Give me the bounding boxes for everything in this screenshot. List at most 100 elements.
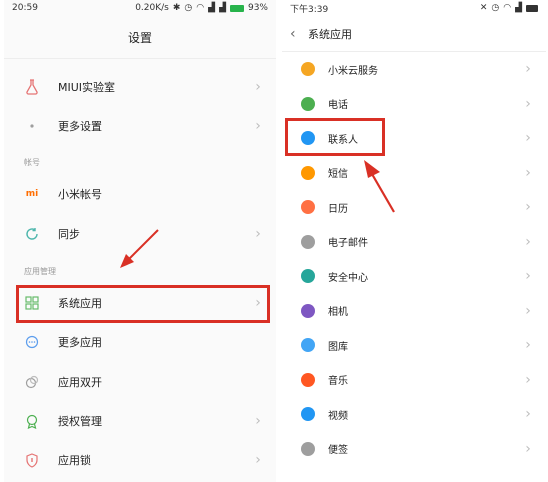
- bluetooth-icon: ✱: [172, 3, 181, 13]
- page-title: 系统应用: [308, 27, 352, 41]
- settings-item-more-settings[interactable]: 更多设置 ›: [4, 108, 276, 144]
- app-item-label: 音乐: [328, 376, 348, 388]
- section-header-apps: 应用管理: [24, 267, 56, 276]
- section-header-account: 帐号: [24, 158, 40, 167]
- calendar-icon: [296, 200, 320, 215]
- chevron-right-icon: ›: [255, 413, 261, 429]
- settings-item-label: MIUI实验室: [58, 81, 116, 94]
- settings-item-label: 授权管理: [58, 415, 102, 428]
- app-item-message[interactable]: 短信 ›: [282, 155, 546, 190]
- app-item-mail[interactable]: 电子邮件 ›: [282, 224, 546, 259]
- app-item-note[interactable]: 便签 ›: [282, 431, 546, 466]
- flask-icon: [20, 79, 44, 95]
- chevron-right-icon: ›: [525, 268, 531, 285]
- video-icon: [296, 407, 320, 422]
- settings-item-dual-apps[interactable]: 应用双开: [4, 362, 276, 402]
- dots-icon: [20, 119, 44, 133]
- message-icon: [301, 165, 315, 180]
- phone-icon: [296, 96, 320, 111]
- signal-icon: ▟: [515, 3, 522, 13]
- alarm-icon: ◷: [491, 3, 500, 13]
- wifi-icon: ◠: [503, 3, 512, 13]
- settings-item-label: 同步: [58, 228, 80, 241]
- app-item-music[interactable]: 音乐 ›: [282, 362, 546, 397]
- app-item-calendar[interactable]: 日历 ›: [282, 190, 546, 225]
- settings-item-miui-lab[interactable]: MIUI实验室 ›: [4, 66, 276, 108]
- gallery-icon: [301, 338, 315, 353]
- status-bar: 下午3:39 ✕ ◷ ◠ ▟: [282, 0, 546, 16]
- network-speed: 0.20K/s: [135, 3, 169, 13]
- battery-icon: [229, 4, 244, 12]
- camera-icon: [296, 303, 320, 318]
- settings-item-label: 应用锁: [58, 454, 91, 467]
- note-icon: [301, 441, 315, 456]
- note-icon: [296, 441, 320, 456]
- chevron-right-icon: ›: [525, 233, 531, 250]
- signal-icon: ▟: [208, 3, 216, 13]
- status-time: 20:59: [12, 3, 38, 13]
- settings-item-label: 应用双开: [58, 376, 102, 389]
- battery-icon: [526, 4, 538, 12]
- settings-item-sync[interactable]: 同步 ›: [4, 214, 276, 254]
- app-item-security[interactable]: 安全中心 ›: [282, 259, 546, 294]
- camera-icon: [301, 303, 315, 318]
- highlight-box: [285, 118, 385, 156]
- app-item-camera[interactable]: 相机 ›: [282, 293, 546, 328]
- security-icon: [296, 269, 320, 284]
- app-item-label: 视频: [328, 410, 348, 422]
- music-icon: [301, 372, 315, 387]
- app-item-gallery[interactable]: 图库 ›: [282, 328, 546, 363]
- settings-screen: 20:59 0.20K/s ✱ ◷ ◠ ▟ ▟ 93% 设置 MIUI实验室 ›…: [4, 0, 276, 482]
- app-item-label: 电子邮件: [328, 238, 368, 250]
- more-circle-icon: [20, 335, 44, 349]
- chevron-right-icon: ›: [525, 406, 531, 423]
- mail-icon: [301, 234, 315, 249]
- app-item-label: 便签: [328, 445, 348, 457]
- battery-level: 93%: [247, 3, 268, 13]
- cloud-icon: [301, 62, 315, 77]
- video-icon: [301, 407, 315, 422]
- chevron-right-icon: ›: [525, 371, 531, 388]
- wifi-icon: ◠: [196, 3, 205, 13]
- cloud-icon: [296, 62, 320, 77]
- back-icon[interactable]: ‹: [290, 26, 308, 42]
- settings-item-label: 更多应用: [58, 336, 102, 349]
- dual-app-icon: [20, 375, 44, 389]
- app-item-phone[interactable]: 电话 ›: [282, 86, 546, 121]
- settings-item-label: 更多设置: [58, 120, 102, 133]
- chevron-right-icon: ›: [255, 452, 261, 468]
- chevron-right-icon: ›: [255, 226, 261, 242]
- signal-icon: ▟: [219, 3, 226, 13]
- mail-icon: [296, 234, 320, 249]
- chevron-right-icon: ›: [525, 61, 531, 78]
- settings-item-more-apps[interactable]: 更多应用: [4, 322, 276, 362]
- chevron-right-icon: ›: [525, 440, 531, 457]
- status-time: 下午3:39: [290, 4, 329, 15]
- page-title: 设置: [4, 16, 276, 59]
- app-bar: ‹ 系统应用: [282, 16, 546, 52]
- mute-icon: ✕: [479, 3, 488, 13]
- chevron-right-icon: ›: [255, 118, 261, 134]
- calendar-icon: [301, 200, 315, 215]
- chevron-right-icon: ›: [255, 79, 261, 95]
- phone-icon: [301, 96, 315, 111]
- settings-item-app-lock[interactable]: 应用锁 ›: [4, 440, 276, 480]
- chevron-right-icon: ›: [525, 95, 531, 112]
- chevron-right-icon: ›: [525, 164, 531, 181]
- music-icon: [296, 372, 320, 387]
- app-item-label: 日历: [328, 203, 348, 215]
- highlight-box: [16, 285, 270, 323]
- settings-item-label: 小米帐号: [58, 188, 102, 201]
- status-bar: 20:59 0.20K/s ✱ ◷ ◠ ▟ ▟ 93%: [4, 0, 276, 16]
- chevron-right-icon: ›: [525, 337, 531, 354]
- badge-icon: [20, 414, 44, 429]
- app-item-label: 短信: [328, 169, 348, 181]
- settings-item-permissions[interactable]: 授权管理 ›: [4, 402, 276, 440]
- message-icon: [296, 165, 320, 180]
- chevron-right-icon: ›: [525, 130, 531, 147]
- gallery-icon: [296, 338, 320, 353]
- settings-item-mi-account[interactable]: mi 小米帐号: [4, 174, 276, 214]
- app-item-video[interactable]: 视频 ›: [282, 397, 546, 432]
- app-item-cloud[interactable]: 小米云服务 ›: [282, 52, 546, 87]
- alarm-icon: ◷: [184, 3, 193, 13]
